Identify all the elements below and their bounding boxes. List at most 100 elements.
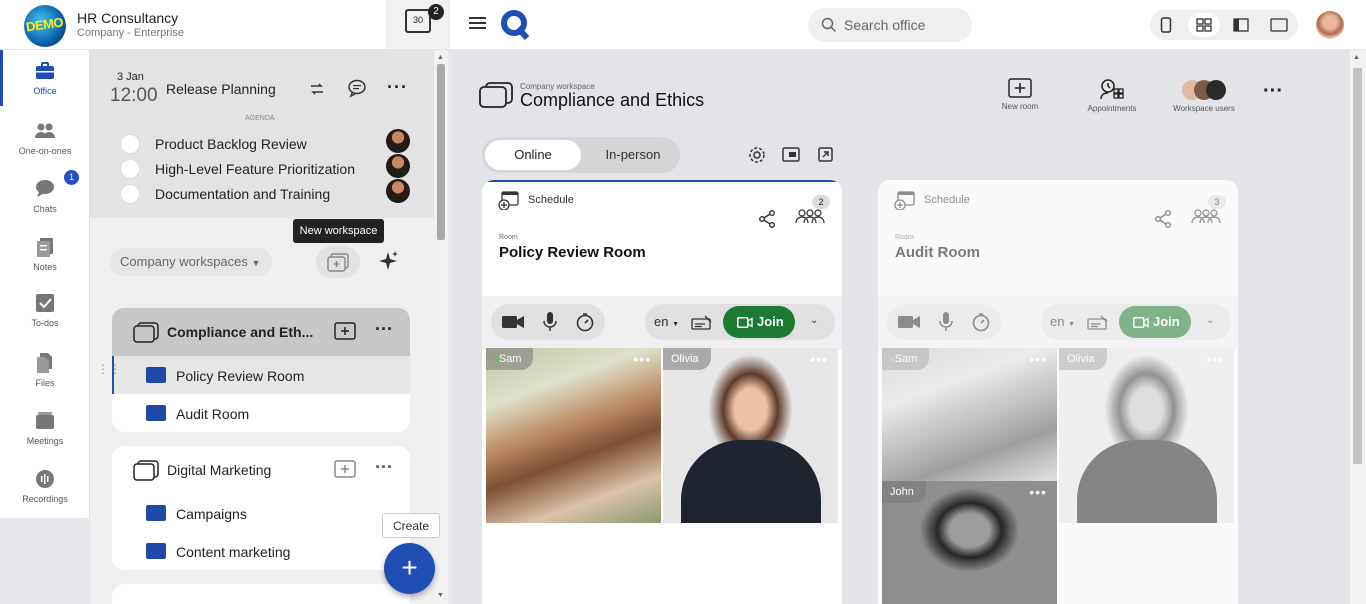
repeat-icon[interactable] [309,81,325,97]
room-item[interactable]: Campaigns [112,494,410,532]
agenda-checkbox[interactable] [120,134,140,154]
share-icon[interactable] [758,210,776,228]
workspace-filter-dropdown[interactable]: Company workspaces ▼ [110,248,272,276]
camera-icon[interactable] [897,313,921,331]
tile-more-icon[interactable]: ••• [1029,484,1047,500]
sidebar-scrollbar-thumb[interactable] [437,64,445,240]
full-view-icon[interactable] [1270,18,1288,32]
schedule-icon[interactable] [498,190,520,210]
nav-item-office[interactable]: Office [0,60,90,96]
user-avatar[interactable] [1316,11,1344,39]
comment-icon[interactable] [347,78,367,98]
room-icon [146,543,166,559]
microphone-icon[interactable] [542,311,558,333]
share-icon[interactable] [1154,210,1172,228]
camera-icon[interactable] [501,313,525,331]
nav-item-chats[interactable]: Chats [0,178,90,214]
new-workspace-button[interactable] [316,246,360,278]
workspace-more-icon[interactable]: ··· [375,457,393,478]
timer-icon[interactable] [575,312,595,332]
schedule-label[interactable]: Schedule [528,194,574,206]
join-button[interactable]: Join [723,306,795,338]
room-item[interactable]: Policy Review Room [112,356,410,394]
microphone-icon[interactable] [938,311,954,333]
hamburger-menu-icon[interactable] [469,16,487,30]
media-controls [491,304,605,340]
schedule-label[interactable]: Schedule [924,194,970,206]
nav-label: To-dos [31,318,59,328]
scroll-up-icon[interactable]: ▲ [1353,54,1360,61]
workspace-header[interactable]: Compliance and Eth... ··· [112,308,410,356]
chevron-down-icon[interactable]: ⌄ [1206,315,1214,326]
app-logo-icon[interactable] [501,10,529,40]
caption-icon[interactable] [691,314,713,330]
org-logo[interactable]: DEMO [24,5,66,47]
sidebar-view-icon[interactable] [1233,18,1249,32]
sparkle-icon[interactable] [378,250,400,272]
nav-item-one-on-ones[interactable]: One-on-ones [0,120,90,156]
create-button[interactable]: + [384,543,435,594]
schedule-icon[interactable] [894,190,916,210]
room-card-audit[interactable]: Schedule 3 Room Audit Room en ▼ Join ⌄ ●… [878,180,1238,604]
nav-item-notes[interactable]: Notes [0,236,90,272]
nav-label: Office [33,86,57,96]
org-name[interactable]: HR Consultancy [77,10,178,26]
scroll-up-icon[interactable]: ▲ [437,54,444,61]
mobile-view-icon[interactable] [1160,17,1172,33]
language-select[interactable]: en ▼ [654,314,679,329]
settings-gear-icon[interactable] [748,146,766,164]
room-item[interactable]: Audit Room [112,394,410,432]
nav-item-files[interactable]: Files [0,352,90,388]
new-room-label: New room [1001,102,1039,111]
workspace-more-icon[interactable]: ··· [375,319,393,340]
workspace-title: Compliance and Eth... [167,324,314,340]
tab-online[interactable]: Online [485,140,581,170]
participants-icon[interactable] [1190,208,1222,224]
new-room-button[interactable]: New room [980,78,1060,111]
participant-tile[interactable]: Olivia ••• [663,348,838,523]
meeting-more-icon[interactable]: ··· [387,77,408,98]
participant-tile[interactable]: John ••• [882,481,1057,604]
nav-item-meetings[interactable]: Meetings [0,410,90,446]
scroll-down-icon[interactable]: ▼ [437,592,444,599]
tile-more-icon[interactable]: ••• [633,351,651,367]
chevron-down-icon: ▼ [1068,321,1076,328]
room-item[interactable]: Content marketing [112,532,410,570]
tab-in-person[interactable]: In-person [590,140,676,170]
tile-more-icon[interactable]: ••• [1029,351,1047,367]
agenda-text: Product Backlog Review [155,136,307,152]
drag-handle-icon[interactable]: ⋮⋮ [97,363,121,375]
room-card-policy-review[interactable]: Schedule 2 Room Policy Review Room en ▼ … [482,180,842,604]
grid-view-icon[interactable] [1196,18,1212,32]
external-open-icon[interactable] [818,147,833,162]
room-icon [146,505,166,521]
nav-label: Meetings [26,436,64,446]
language-value: en [654,314,669,329]
chevron-down-icon[interactable]: ⌄ [810,315,818,326]
workspace-users-button[interactable]: Workspace users [1164,78,1244,113]
add-room-icon[interactable] [334,460,356,478]
join-button[interactable]: Join [1119,306,1191,338]
nav-item-todos[interactable]: To-dos [0,292,90,328]
workspace-header[interactable]: Digital Marketing ··· [112,446,410,494]
workspace-card: Digital Marketing ··· Campaigns Content … [112,446,410,570]
participant-tile[interactable]: ●Sam ••• [486,348,661,523]
timer-icon[interactable] [971,312,991,332]
caption-icon[interactable] [1087,314,1109,330]
room-label: Room [499,234,518,241]
agenda-checkbox[interactable] [120,184,140,204]
language-select[interactable]: en ▼ [1050,314,1075,329]
picture-in-picture-icon[interactable] [782,147,800,162]
main-scrollbar-thumb[interactable] [1353,68,1362,464]
tile-more-icon[interactable]: ••• [1206,351,1224,367]
room-card-active-border [482,180,842,182]
add-room-icon[interactable] [334,322,356,340]
participants-icon[interactable] [794,208,826,224]
workspace-more-icon[interactable]: ··· [1263,80,1283,103]
appointments-button[interactable]: Appointments [1072,78,1152,113]
nav-item-recordings[interactable]: Recordings [0,468,90,504]
agenda-checkbox[interactable] [120,159,140,179]
participant-tile[interactable]: Olivia ••• [1059,348,1234,523]
tile-more-icon[interactable]: ••• [810,351,828,367]
workspace-card[interactable] [112,584,410,604]
